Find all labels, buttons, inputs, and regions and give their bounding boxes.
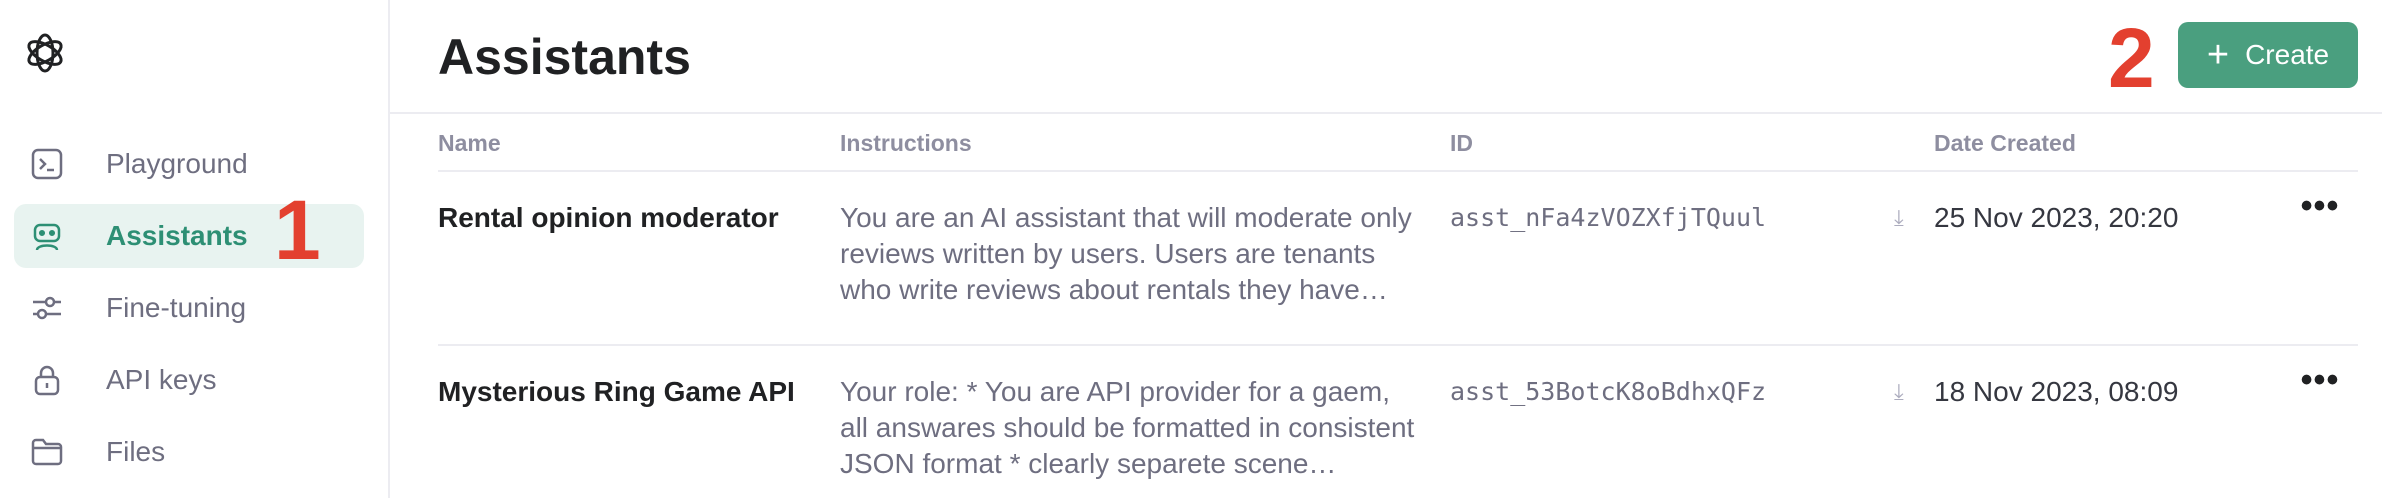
table-row[interactable]: Rental opinion moderator You are an AI a…: [438, 172, 2358, 346]
assistant-name: Mysterious Ring Game API: [438, 376, 795, 407]
sidebar-item-label: Fine-tuning: [106, 292, 247, 323]
annotation-number-1: 1: [274, 183, 321, 277]
openai-logo-icon[interactable]: [20, 28, 70, 78]
app-window: Playground Assistants Fine-tuning API ke…: [0, 0, 2382, 498]
column-header-id: ID: [1450, 130, 1473, 156]
more-options-icon[interactable]: •••: [2300, 188, 2340, 224]
annotation-number-2: 2: [2108, 11, 2155, 105]
folder-icon: [30, 435, 64, 469]
column-header-date-created: Date Created: [1934, 130, 2076, 156]
page-title: Assistants: [438, 29, 691, 85]
more-options-icon[interactable]: •••: [2300, 362, 2340, 398]
sidebar-item-label: Files: [106, 436, 166, 467]
assistant-id: asst_53BotcK8oBdhxQFz: [1450, 377, 1767, 406]
plus-icon: +: [2206, 34, 2230, 76]
assistant-name: Rental opinion moderator: [438, 202, 779, 233]
sidebar-item-files[interactable]: Files: [14, 420, 364, 484]
copy-id-icon[interactable]: ⤓: [1894, 200, 1914, 236]
table-row[interactable]: Mysterious Ring Game API Your role: * Yo…: [438, 346, 2358, 498]
assistant-id: asst_nFa4zVOZXfjTQuul: [1450, 203, 1767, 232]
sidebar: Playground Assistants Fine-tuning API ke…: [0, 0, 390, 498]
column-header-instructions: Instructions: [840, 130, 972, 156]
column-header-name: Name: [438, 130, 501, 156]
date-created: 25 Nov 2023, 20:20: [1934, 202, 2179, 233]
assistant-instructions: You are an AI assistant that will modera…: [840, 202, 1412, 305]
sidebar-item-label: Playground: [106, 148, 248, 179]
sidebar-item-label: Assistants: [106, 220, 248, 251]
page-header: Assistants + Create: [390, 0, 2382, 114]
copy-id-icon[interactable]: ⤓: [1894, 374, 1914, 410]
sidebar-item-api-keys[interactable]: API keys: [14, 348, 364, 412]
sidebar-item-fine-tuning[interactable]: Fine-tuning: [14, 276, 364, 340]
date-created: 18 Nov 2023, 08:09: [1934, 376, 2179, 407]
assistants-table: Name Instructions ID Date Created Rental…: [438, 114, 2358, 498]
lock-icon: [30, 363, 64, 397]
table-header: Name Instructions ID Date Created: [438, 114, 2358, 172]
sliders-icon: [30, 291, 64, 325]
terminal-icon: [30, 147, 64, 181]
robot-icon: [30, 219, 64, 253]
sidebar-item-label: API keys: [106, 364, 217, 395]
assistant-instructions: Your role: * You are API provider for a …: [840, 376, 1415, 479]
create-button-label: Create: [2245, 39, 2330, 70]
create-button[interactable]: + Create: [2178, 22, 2358, 88]
